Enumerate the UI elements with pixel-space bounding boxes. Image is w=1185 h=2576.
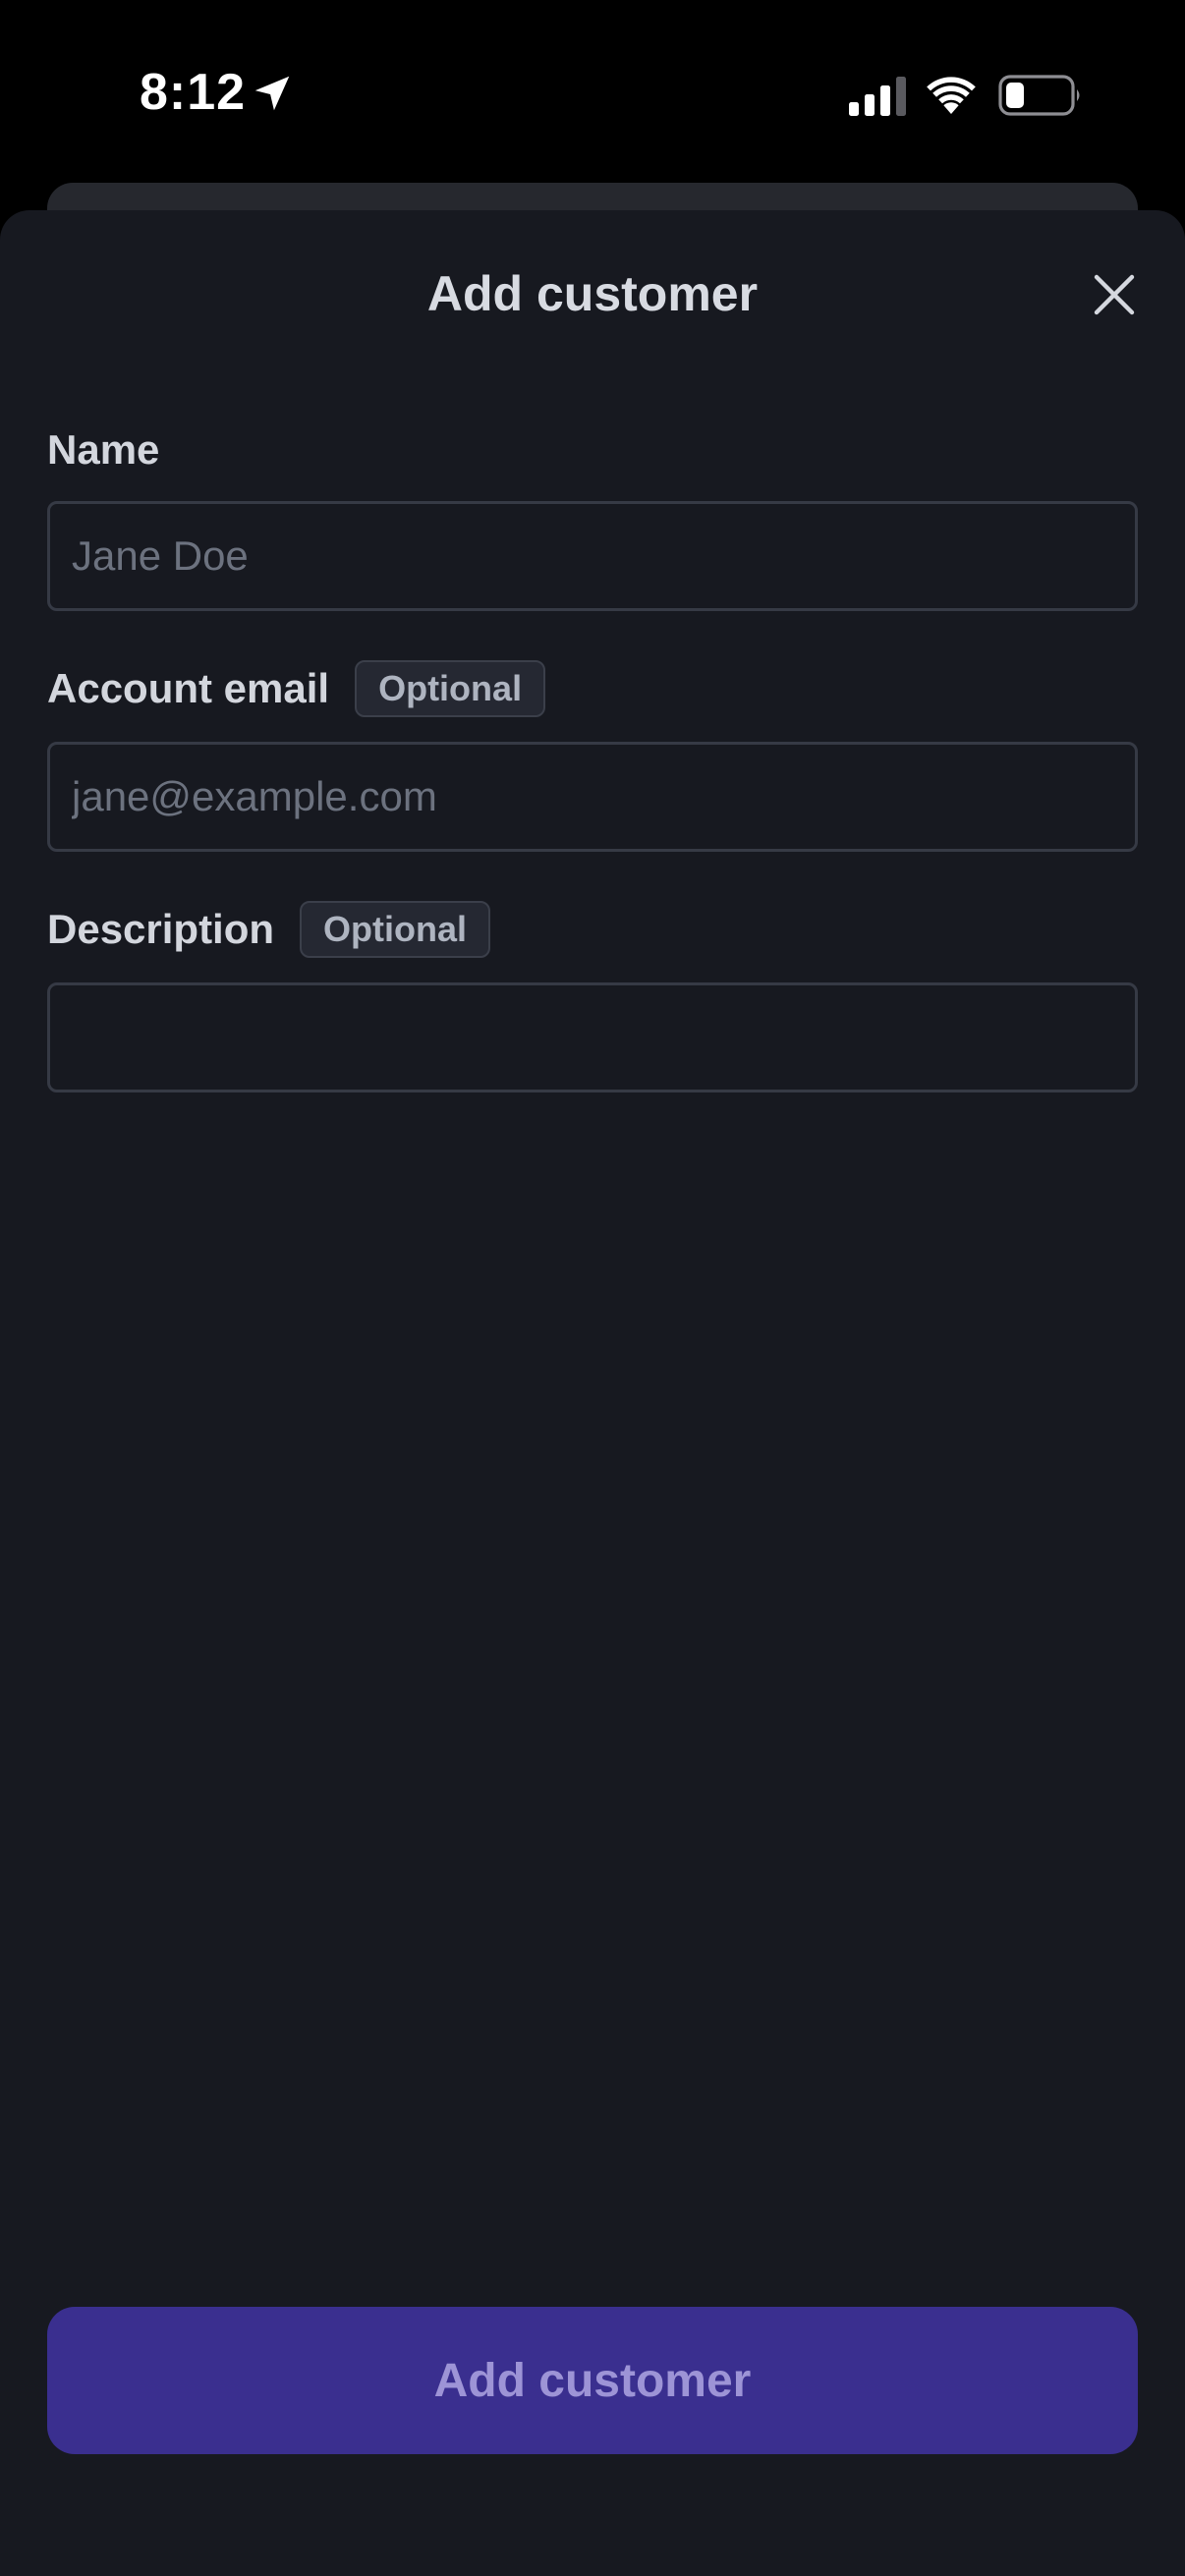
name-input[interactable] [47, 501, 1138, 611]
close-icon [1094, 274, 1135, 315]
description-optional-badge: Optional [300, 901, 491, 958]
email-label: Account email Optional [47, 660, 546, 717]
cellular-signal-icon [849, 77, 906, 116]
sheet-title: Add customer [426, 266, 759, 321]
add-customer-button[interactable]: Add customer [47, 2307, 1138, 2454]
status-bar: 8:12 [0, 0, 1185, 187]
location-arrow-icon [254, 76, 290, 111]
email-input[interactable] [47, 742, 1138, 852]
description-label: Description Optional [47, 901, 491, 958]
add-customer-sheet: Add customer Name Account email Optional… [0, 210, 1185, 2576]
wifi-icon [927, 77, 976, 114]
close-button[interactable] [1081, 261, 1148, 328]
name-label: Name [47, 426, 159, 474]
email-label-text: Account email [47, 665, 330, 711]
description-input[interactable] [47, 982, 1138, 1092]
name-label-text: Name [47, 426, 160, 473]
description-label-text: Description [47, 906, 275, 952]
email-optional-badge: Optional [355, 660, 546, 717]
status-time: 8:12 [140, 64, 247, 121]
battery-icon [998, 75, 1080, 116]
